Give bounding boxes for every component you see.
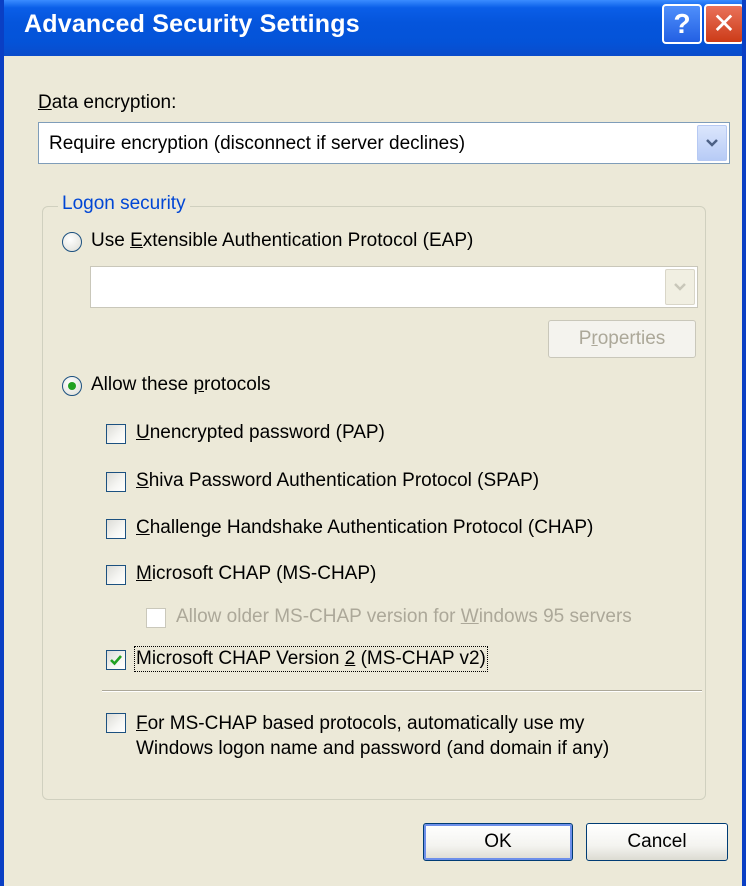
chap-checkbox[interactable] [106, 519, 126, 539]
auto-logon-checkbox[interactable] [106, 713, 126, 733]
properties-button[interactable]: Pr operties [548, 320, 696, 358]
radio-selected-dot [68, 382, 76, 390]
allow-protocols-radio[interactable] [62, 376, 82, 396]
ms-chap-v2-checkbox[interactable] [106, 650, 126, 670]
dialog-window: Advanced Security Settings ? ✕ Data encr… [0, 0, 746, 886]
help-button[interactable]: ? [662, 4, 702, 44]
spap-label[interactable]: Shiva Password Authentication Protocol (… [136, 470, 539, 492]
eap-radio[interactable] [62, 232, 82, 252]
eap-radio-label[interactable]: Use Extensible Authentication Protocol (… [91, 230, 473, 252]
ms-chap-checkbox[interactable] [106, 565, 126, 585]
older-ms-chap-checkbox[interactable] [146, 608, 166, 628]
chap-label[interactable]: Challenge Handshake Authentication Proto… [136, 517, 593, 539]
eap-dropdown[interactable] [90, 266, 698, 308]
data-encryption-dropdown[interactable]: Require encryption (disconnect if server… [38, 122, 730, 164]
spap-checkbox[interactable] [106, 472, 126, 492]
title-bar[interactable]: Advanced Security Settings ? ✕ [4, 0, 742, 56]
ok-button[interactable]: OK [423, 823, 573, 861]
pap-label[interactable]: Unencrypted password (PAP) [136, 422, 385, 444]
ms-chap-label[interactable]: Microsoft CHAP (MS-CHAP) [136, 563, 376, 585]
allow-protocols-label[interactable]: Allow these protocols [91, 374, 271, 396]
auto-logon-label[interactable]: For MS-CHAP based protocols, automatical… [136, 711, 609, 761]
pap-checkbox[interactable] [106, 424, 126, 444]
cancel-button[interactable]: Cancel [586, 823, 728, 861]
ms-chap-v2-label[interactable]: Microsoft CHAP Version 2 (MS-CHAP v2) [134, 646, 488, 672]
data-encryption-value: Require encryption (disconnect if server… [49, 133, 466, 154]
separator-line [102, 690, 702, 692]
data-encryption-label: Data encryption: [38, 92, 177, 113]
older-ms-chap-label[interactable]: Allow older MS-CHAP version for Windows … [176, 606, 632, 628]
chevron-down-icon[interactable] [665, 269, 695, 305]
close-icon: ✕ [712, 8, 736, 39]
close-button[interactable]: ✕ [704, 4, 742, 44]
help-icon: ? [673, 8, 691, 39]
chevron-down-icon[interactable] [697, 125, 727, 161]
logon-security-title: Logon security [58, 193, 190, 215]
window-title: Advanced Security Settings [24, 10, 360, 38]
checkmark-icon [110, 655, 122, 666]
